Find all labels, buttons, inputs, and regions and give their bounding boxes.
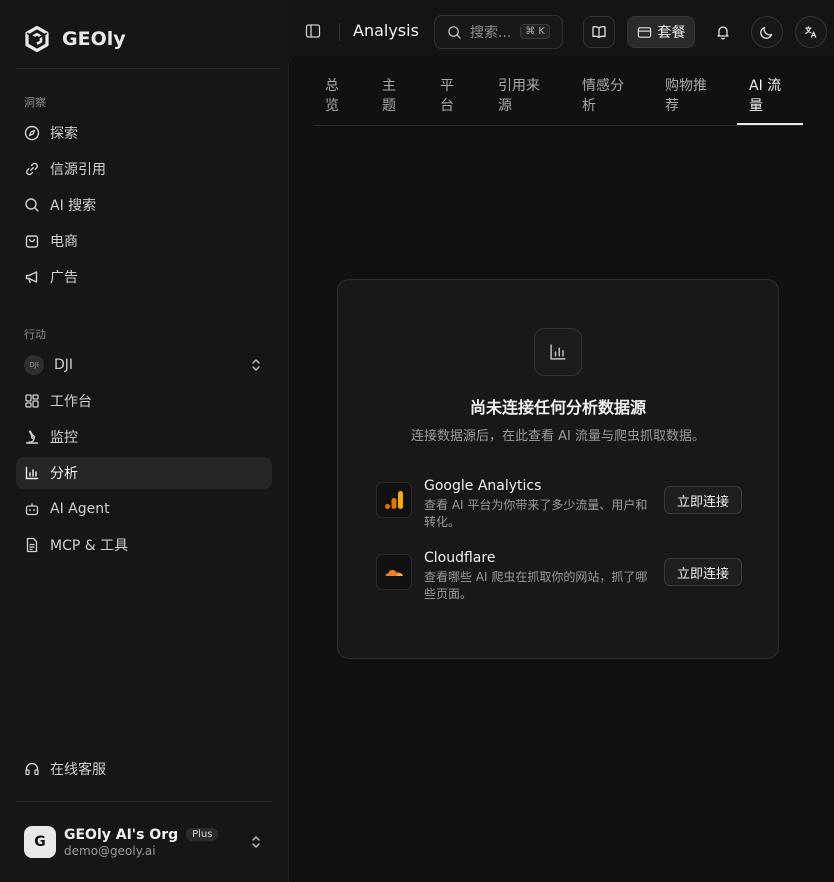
- sidebar-item-explore[interactable]: 探索: [16, 117, 272, 149]
- docs-button[interactable]: [583, 16, 615, 48]
- sidebar-item-label: 工作台: [50, 394, 92, 410]
- main-content: 总 览 主 题 平 台 引用来 源 情感分 析 购物推 荐 AI 流 量 尚未连…: [288, 56, 834, 882]
- sidebar: GEOly 洞察 探索 信源引用 AI 搜索 电商 广告 行动 DJI DJI: [0, 0, 288, 882]
- divider: [16, 68, 280, 69]
- sidebar-item-analysis[interactable]: 分析: [16, 457, 272, 489]
- plan-button[interactable]: 套餐: [627, 16, 695, 48]
- microscope-icon: [24, 429, 40, 445]
- sidebar-toggle-icon[interactable]: [305, 23, 321, 39]
- org-name: GEOly AI's Org: [64, 826, 179, 843]
- sidebar-item-label: AI Agent: [50, 501, 110, 517]
- provider-row-cloudflare: Cloudflare 查看哪些 AI 爬虫在抓取你的网站，抓了哪些页面。 立即连…: [376, 550, 742, 601]
- sidebar-item-source-citations[interactable]: 信源引用: [16, 153, 272, 185]
- active-tab-indicator: [737, 123, 803, 125]
- sidebar-item-label: AI 搜索: [50, 198, 97, 214]
- section-label-action: 行动: [24, 328, 46, 341]
- top-header: Analysis 搜索... ⌘ K 套餐: [288, 0, 834, 64]
- bar-chart-icon: [24, 465, 40, 481]
- project-switcher[interactable]: DJI DJI: [16, 349, 272, 381]
- google-analytics-logo: [376, 482, 412, 518]
- empty-state-title: 尚未连接任何分析数据源: [469, 398, 646, 417]
- notifications-button[interactable]: [707, 16, 739, 48]
- sidebar-item-workbench[interactable]: 工作台: [16, 385, 272, 417]
- project-name: DJI: [54, 357, 74, 373]
- compass-icon: [24, 125, 40, 141]
- tab-sentiment[interactable]: 情感分 析: [582, 76, 624, 116]
- megaphone-icon: [24, 269, 40, 285]
- provider-name: Cloudflare: [424, 550, 496, 566]
- org-email: demo@geoly.ai: [64, 843, 156, 858]
- sidebar-item-ads[interactable]: 广告: [16, 261, 272, 293]
- theme-toggle-button[interactable]: [751, 16, 783, 48]
- sidebar-item-ai-agent[interactable]: AI Agent: [16, 493, 272, 525]
- sidebar-item-label: 在线客服: [50, 762, 106, 778]
- tab-ai-traffic[interactable]: AI 流 量: [749, 76, 781, 116]
- shopping-bag-icon: [24, 233, 40, 249]
- sidebar-item-label: 探索: [50, 126, 78, 142]
- tab-topics[interactable]: 主 题: [382, 76, 396, 116]
- page-title: Analysis: [353, 21, 419, 40]
- org-avatar: G: [24, 826, 56, 858]
- sidebar-item-ai-search[interactable]: AI 搜索: [16, 189, 272, 221]
- tab-citation-sources[interactable]: 引用来 源: [498, 76, 540, 116]
- credit-card-icon: [637, 25, 652, 40]
- document-icon: [24, 537, 40, 553]
- sidebar-item-label: 监控: [50, 430, 78, 446]
- tab-shopping[interactable]: 购物推 荐: [665, 76, 707, 116]
- tab-bar: 总 览 主 题 平 台 引用来 源 情感分 析 购物推 荐 AI 流 量: [313, 56, 803, 126]
- provider-row-google-analytics: Google Analytics 查看 AI 平台为你带来了多少流量、用户和转化…: [376, 478, 742, 529]
- sidebar-item-label: 信源引用: [50, 162, 106, 178]
- sidebar-item-monitor[interactable]: 监控: [16, 421, 272, 453]
- provider-description: 查看 AI 平台为你带来了多少流量、用户和转化。: [424, 498, 648, 529]
- empty-state-subtitle: 连接数据源后，在此查看 AI 流量与爬虫抓取数据。: [411, 429, 705, 444]
- provider-description: 查看哪些 AI 爬虫在抓取你的网站，抓了哪些页面。: [424, 570, 648, 601]
- book-open-icon: [591, 24, 607, 40]
- sidebar-item-label: 广告: [50, 270, 78, 286]
- shortcut-badge: ⌘ K: [520, 24, 550, 39]
- search-placeholder: 搜索...: [470, 25, 512, 41]
- tab-overview[interactable]: 总 览: [325, 76, 339, 116]
- plan-button-label: 套餐: [657, 25, 686, 41]
- plan-badge: Plus: [186, 828, 219, 841]
- section-label-insights: 洞察: [24, 96, 46, 109]
- cloudflare-logo: [376, 554, 412, 590]
- bell-icon: [715, 24, 731, 40]
- connect-google-analytics-button[interactable]: 立即连接: [664, 486, 742, 514]
- bot-icon: [24, 501, 40, 517]
- geoly-logo-icon: [24, 26, 50, 52]
- headset-icon: [24, 761, 40, 777]
- moon-icon: [759, 24, 775, 40]
- translate-icon: [804, 25, 818, 39]
- org-switcher[interactable]: G GEOly AI's Org Plus demo@geoly.ai: [16, 818, 272, 866]
- sidebar-item-label: 分析: [50, 466, 78, 482]
- sidebar-item-support[interactable]: 在线客服: [16, 753, 272, 785]
- link-icon: [24, 161, 40, 177]
- chevrons-up-down-icon: [250, 357, 262, 373]
- search-input[interactable]: 搜索... ⌘ K: [434, 15, 563, 49]
- empty-state-card: 尚未连接任何分析数据源 连接数据源后，在此查看 AI 流量与爬虫抓取数据。 Go…: [337, 279, 779, 659]
- search-icon: [24, 197, 40, 213]
- provider-name: Google Analytics: [424, 478, 542, 494]
- sidebar-item-mcp-tools[interactable]: MCP & 工具: [16, 529, 272, 561]
- brand[interactable]: GEOly: [24, 24, 126, 54]
- sidebar-item-label: 电商: [50, 234, 78, 250]
- bar-chart-icon: [534, 328, 582, 376]
- divider: [16, 801, 272, 802]
- connect-cloudflare-button[interactable]: 立即连接: [664, 558, 742, 586]
- chevrons-up-down-icon: [250, 834, 262, 850]
- sidebar-item-ecommerce[interactable]: 电商: [16, 225, 272, 257]
- sidebar-item-label: MCP & 工具: [50, 538, 129, 554]
- brand-name: GEOly: [62, 28, 126, 50]
- search-icon: [447, 25, 462, 40]
- divider: [339, 23, 340, 41]
- language-button[interactable]: [795, 16, 827, 48]
- dashboard-icon: [24, 393, 40, 409]
- project-avatar: DJI: [24, 355, 44, 375]
- tab-platforms[interactable]: 平 台: [440, 76, 454, 116]
